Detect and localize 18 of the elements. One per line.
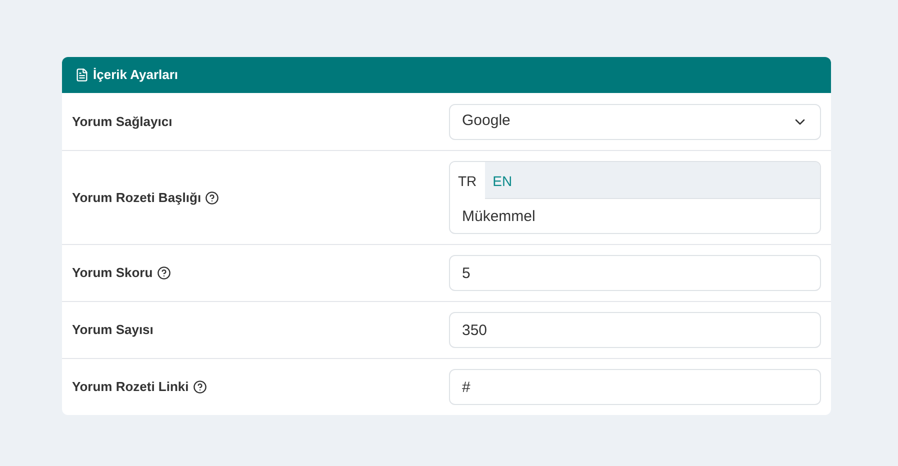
help-icon[interactable]	[192, 380, 207, 394]
input-field[interactable]: Mükemmel	[450, 199, 820, 233]
help-icon[interactable]	[205, 190, 220, 204]
input-field[interactable]: 350	[449, 312, 821, 348]
field-label: Yorum Rozeti Başlığı	[72, 188, 202, 207]
help-icon[interactable]	[156, 266, 171, 280]
card-title: İçerik Ayarları	[93, 66, 178, 84]
provider-select[interactable]: Google	[449, 104, 821, 140]
document-icon	[75, 68, 89, 82]
field-label: Yorum Sayısı	[72, 321, 154, 340]
translation-field[interactable]: TR EN Mükemmel	[449, 161, 821, 234]
field-label: Yorum Sağlayıcı	[72, 112, 172, 131]
field-label: Yorum Rozeti Linki	[72, 378, 189, 396]
field-label: Yorum Skoru	[72, 264, 153, 282]
language-tab[interactable]: TR	[450, 162, 485, 199]
input-field[interactable]: #	[449, 369, 821, 405]
input-field[interactable]: 5	[449, 255, 821, 291]
language-tab[interactable]: EN	[484, 162, 520, 199]
